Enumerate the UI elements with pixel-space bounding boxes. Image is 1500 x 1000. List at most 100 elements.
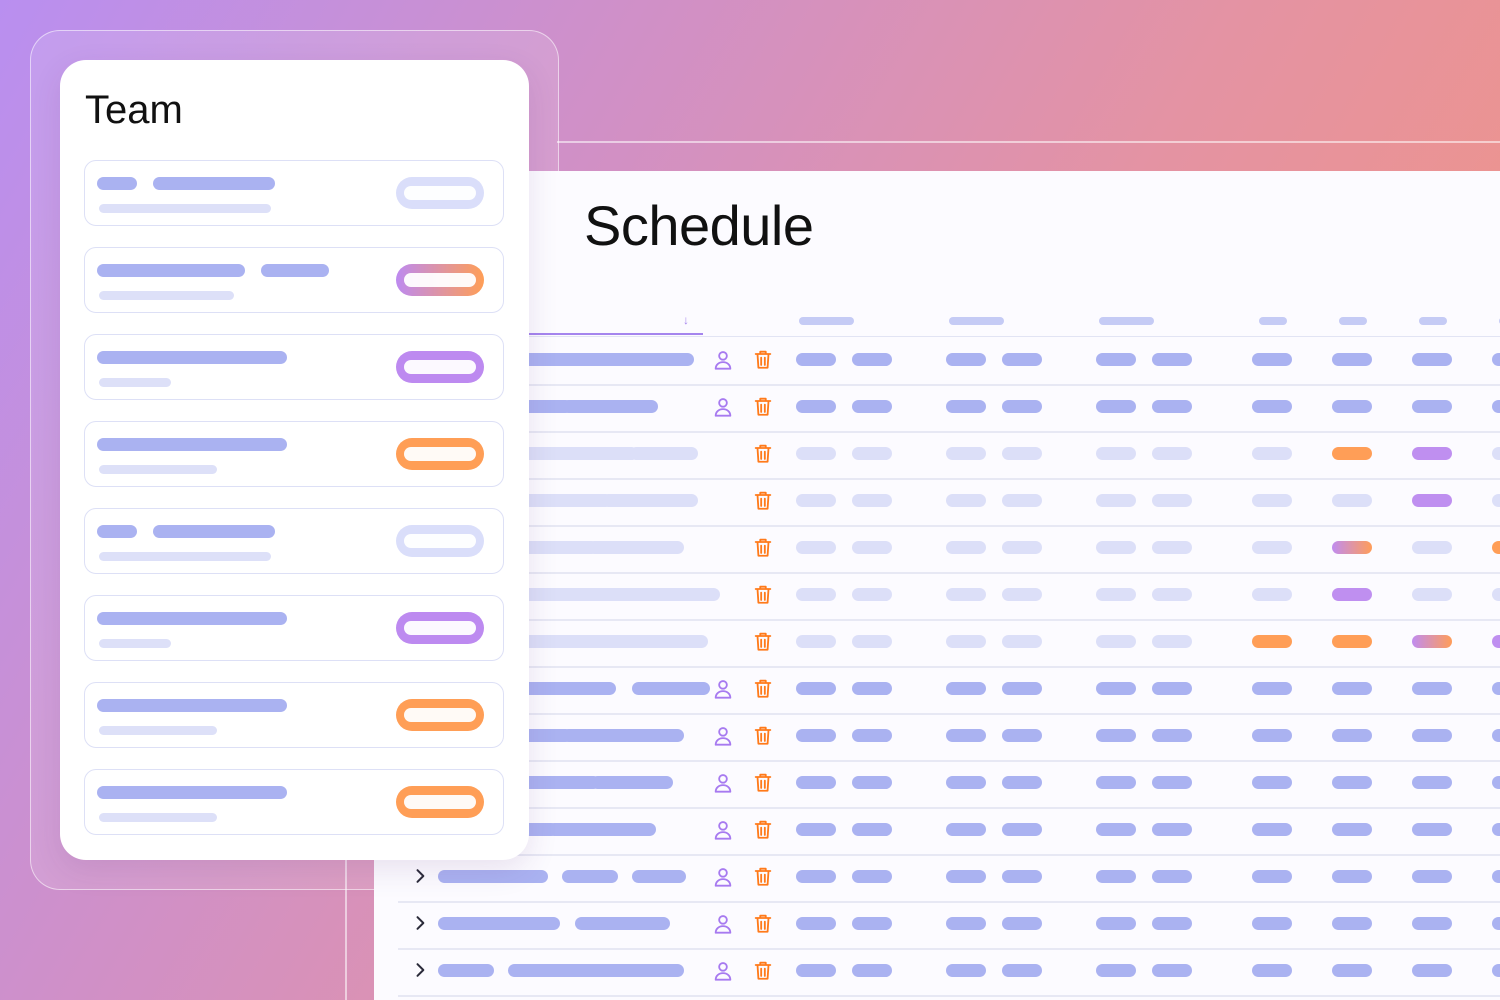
schedule-day-cell[interactable] — [1412, 729, 1452, 742]
schedule-day-cell[interactable] — [1332, 588, 1372, 601]
schedule-cell[interactable] — [1096, 494, 1136, 507]
column-header[interactable] — [1259, 317, 1287, 325]
schedule-cell[interactable] — [796, 588, 836, 601]
column-header[interactable] — [1339, 317, 1367, 325]
schedule-day-cell[interactable] — [1332, 447, 1372, 460]
schedule-cell[interactable] — [1002, 447, 1042, 460]
schedule-cell[interactable] — [1002, 400, 1042, 413]
column-header[interactable] — [949, 317, 1004, 325]
member-status-toggle[interactable] — [396, 699, 484, 731]
trash-icon[interactable] — [752, 488, 774, 513]
schedule-day-cell[interactable] — [1332, 400, 1372, 413]
trash-icon[interactable] — [752, 441, 774, 466]
schedule-day-cell[interactable] — [1332, 823, 1372, 836]
schedule-cell[interactable] — [852, 682, 892, 695]
schedule-cell[interactable] — [1152, 400, 1192, 413]
user-icon[interactable] — [712, 865, 734, 889]
schedule-day-cell[interactable] — [1412, 541, 1452, 554]
member-status-toggle[interactable] — [396, 177, 484, 209]
trash-icon[interactable] — [752, 347, 774, 372]
schedule-cell[interactable] — [946, 729, 986, 742]
schedule-day-cell[interactable] — [1412, 635, 1452, 648]
schedule-cell[interactable] — [796, 870, 836, 883]
schedule-cell[interactable] — [1152, 541, 1192, 554]
schedule-day-cell[interactable] — [1332, 776, 1372, 789]
schedule-cell[interactable] — [796, 964, 836, 977]
schedule-cell[interactable] — [1152, 729, 1192, 742]
sort-down-icon[interactable]: ↓ — [683, 313, 689, 327]
table-row[interactable] — [398, 619, 1500, 668]
schedule-cell[interactable] — [852, 964, 892, 977]
schedule-cell[interactable] — [1096, 447, 1136, 460]
trash-icon[interactable] — [752, 864, 774, 889]
trash-icon[interactable] — [752, 817, 774, 842]
schedule-cell[interactable] — [852, 870, 892, 883]
schedule-cell[interactable] — [946, 447, 986, 460]
schedule-cell[interactable] — [1002, 353, 1042, 366]
member-status-toggle[interactable] — [396, 525, 484, 557]
schedule-cell[interactable] — [852, 635, 892, 648]
chevron-right-icon[interactable] — [410, 866, 430, 886]
schedule-cell[interactable] — [852, 823, 892, 836]
schedule-cell[interactable] — [852, 400, 892, 413]
schedule-cell[interactable] — [1152, 494, 1192, 507]
schedule-cell[interactable] — [1096, 635, 1136, 648]
schedule-day-cell[interactable] — [1252, 964, 1292, 977]
schedule-cell[interactable] — [946, 353, 986, 366]
schedule-day-cell[interactable] — [1492, 494, 1500, 507]
schedule-day-cell[interactable] — [1492, 776, 1500, 789]
member-status-toggle[interactable] — [396, 264, 484, 296]
schedule-cell[interactable] — [1152, 917, 1192, 930]
team-member-card[interactable] — [84, 160, 504, 226]
schedule-day-cell[interactable] — [1492, 964, 1500, 977]
team-member-card[interactable] — [84, 421, 504, 487]
schedule-cell[interactable] — [852, 494, 892, 507]
schedule-day-cell[interactable] — [1252, 400, 1292, 413]
team-member-card[interactable] — [84, 334, 504, 400]
schedule-day-cell[interactable] — [1412, 353, 1452, 366]
schedule-cell[interactable] — [852, 917, 892, 930]
schedule-cell[interactable] — [796, 776, 836, 789]
team-member-card[interactable] — [84, 595, 504, 661]
table-row[interactable] — [398, 431, 1500, 480]
schedule-day-cell[interactable] — [1492, 823, 1500, 836]
table-row[interactable] — [398, 572, 1500, 621]
team-member-card[interactable] — [84, 247, 504, 313]
schedule-day-cell[interactable] — [1252, 541, 1292, 554]
schedule-day-cell[interactable] — [1492, 682, 1500, 695]
schedule-cell[interactable] — [1002, 917, 1042, 930]
schedule-day-cell[interactable] — [1252, 870, 1292, 883]
schedule-day-cell[interactable] — [1412, 682, 1452, 695]
team-member-card[interactable] — [84, 769, 504, 835]
trash-icon[interactable] — [752, 535, 774, 560]
table-row[interactable] — [398, 948, 1500, 997]
chevron-right-icon[interactable] — [410, 960, 430, 980]
table-row[interactable] — [398, 337, 1500, 386]
schedule-day-cell[interactable] — [1252, 494, 1292, 507]
schedule-cell[interactable] — [796, 400, 836, 413]
schedule-cell[interactable] — [946, 870, 986, 883]
schedule-day-cell[interactable] — [1332, 353, 1372, 366]
member-status-toggle[interactable] — [396, 786, 484, 818]
user-icon[interactable] — [712, 912, 734, 936]
trash-icon[interactable] — [752, 723, 774, 748]
schedule-cell[interactable] — [946, 682, 986, 695]
schedule-day-cell[interactable] — [1492, 447, 1500, 460]
schedule-day-cell[interactable] — [1412, 870, 1452, 883]
user-icon[interactable] — [712, 724, 734, 748]
table-row[interactable] — [398, 854, 1500, 903]
trash-icon[interactable] — [752, 676, 774, 701]
schedule-day-cell[interactable] — [1332, 682, 1372, 695]
schedule-cell[interactable] — [796, 682, 836, 695]
schedule-cell[interactable] — [1096, 353, 1136, 366]
schedule-cell[interactable] — [796, 635, 836, 648]
schedule-cell[interactable] — [1096, 823, 1136, 836]
schedule-cell[interactable] — [796, 729, 836, 742]
schedule-day-cell[interactable] — [1252, 588, 1292, 601]
schedule-cell[interactable] — [1152, 682, 1192, 695]
schedule-cell[interactable] — [1002, 588, 1042, 601]
schedule-day-cell[interactable] — [1492, 635, 1500, 648]
schedule-cell[interactable] — [796, 494, 836, 507]
schedule-day-cell[interactable] — [1332, 917, 1372, 930]
schedule-cell[interactable] — [852, 776, 892, 789]
